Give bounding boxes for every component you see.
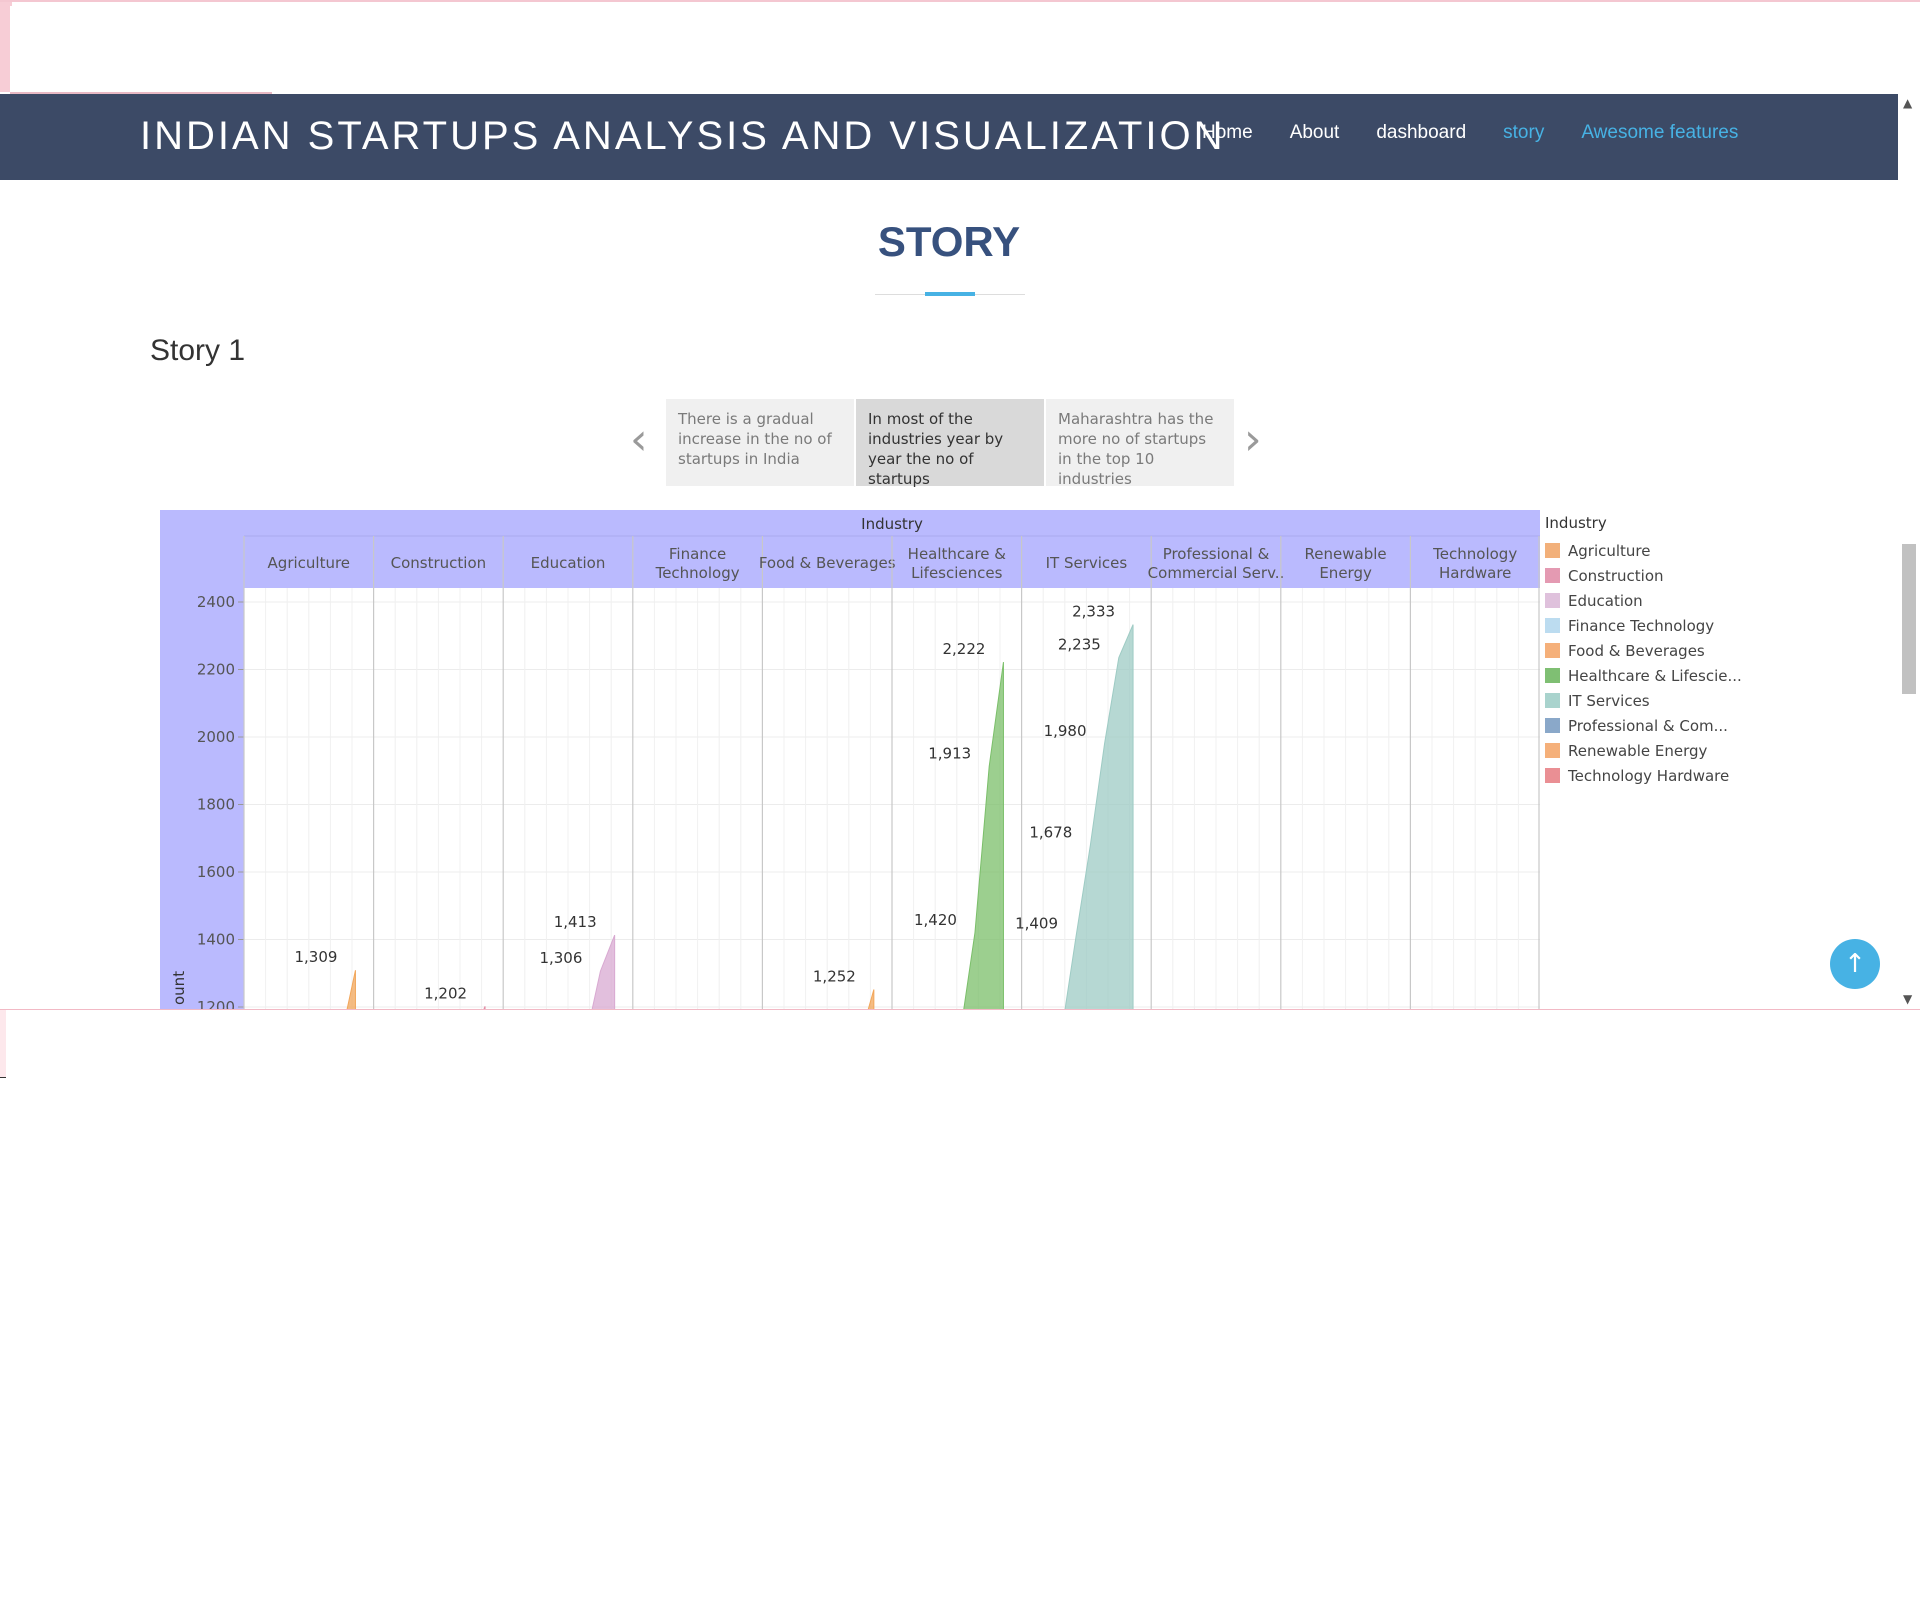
legend-label: Finance Technology [1568, 616, 1715, 635]
data-label: 1,309 [295, 948, 338, 966]
legend-item[interactable]: Food & Beverages [1545, 638, 1745, 663]
legend-title: Industry [1545, 514, 1607, 532]
y-tick-label: 1400 [197, 931, 235, 949]
panel-header: Lifesciences [911, 564, 1002, 582]
legend-label: IT Services [1568, 691, 1650, 710]
scroll-down-icon[interactable]: ▼ [1903, 992, 1912, 1006]
legend-item[interactable]: Renewable Energy [1545, 738, 1745, 763]
page-scrollbar[interactable]: ▲ ▼ [1898, 94, 1920, 1010]
panel-header: Education [531, 554, 606, 572]
site-header: INDIAN STARTUPS ANALYSIS AND VISUALIZATI… [0, 94, 1898, 180]
nav-awesome-features[interactable]: Awesome features [1581, 122, 1738, 144]
industry-area-chart: Industry2400220020001800160014001200ount… [160, 510, 1540, 1010]
legend-label: Professional & Com... [1568, 716, 1728, 735]
legend-item[interactable]: Finance Technology [1545, 613, 1745, 638]
legend-swatch [1545, 743, 1560, 758]
data-label: 1,678 [1029, 824, 1072, 842]
data-label: 1,980 [1044, 722, 1087, 740]
legend-swatch [1545, 618, 1560, 633]
legend-swatch [1545, 693, 1560, 708]
legend-item[interactable]: Professional & Com... [1545, 713, 1745, 738]
legend-item[interactable]: IT Services [1545, 688, 1745, 713]
nav-story[interactable]: story [1503, 122, 1544, 144]
story-label: Story 1 [150, 334, 246, 367]
data-label: 1,413 [554, 913, 597, 931]
legend-label: Agriculture [1568, 541, 1651, 560]
data-label: 1,306 [539, 949, 582, 967]
scrollbar-thumb[interactable] [1902, 544, 1916, 694]
overlay-box [10, 6, 272, 94]
data-label: 1,202 [424, 984, 467, 1002]
data-label: 2,222 [943, 640, 986, 658]
bottom-decoration [0, 1010, 6, 1078]
data-label: 2,235 [1058, 636, 1101, 654]
legend-item[interactable]: Agriculture [1545, 538, 1745, 563]
chevron-left-icon[interactable]: ‹ [630, 414, 648, 465]
nav-dashboard[interactable]: dashboard [1376, 122, 1466, 144]
y-tick-label: 2400 [197, 593, 235, 611]
panel-header: Technology [655, 564, 740, 582]
legend-item[interactable]: Technology Hardware [1545, 763, 1745, 788]
column-header: Industry [861, 515, 923, 533]
legend-swatch [1545, 668, 1560, 683]
panel-header: Food & Beverages [759, 554, 896, 572]
y-tick-label: 1800 [197, 796, 235, 814]
page-title: STORY [877, 218, 1021, 265]
panel-header: Construction [391, 554, 487, 572]
tableau-viz[interactable]: Industry 2400 2200 2000 1800 1600 1400 1200 ount… [160, 510, 1540, 1010]
data-label: 1,252 [813, 967, 856, 985]
nav-about[interactable]: About [1290, 122, 1340, 144]
legend-item[interactable]: Construction [1545, 563, 1745, 588]
panel-header: Healthcare & [908, 545, 1007, 563]
y-tick-label: 2000 [197, 728, 235, 746]
chart-legend: Industry Agriculture Construction Educatio… [1545, 514, 1745, 788]
legend-label: Technology Hardware [1568, 766, 1730, 785]
story-point-2[interactable]: In most of the industries year by year t… [856, 399, 1044, 488]
main-nav: Home About dashboard story Awesome featu… [1202, 122, 1738, 144]
legend-label: Education [1568, 591, 1643, 610]
story-point-3[interactable]: Maharashtra has the more no of startups … [1046, 399, 1234, 488]
legend-swatch [1545, 718, 1560, 733]
legend-label: Healthcare & Lifescie... [1568, 666, 1742, 685]
panel-header: Energy [1319, 564, 1372, 582]
legend-swatch [1545, 593, 1560, 608]
data-label: 1,409 [1015, 914, 1058, 932]
legend-swatch [1545, 643, 1560, 658]
data-label: 2,333 [1072, 603, 1115, 621]
y-tick-label: 2200 [197, 661, 235, 679]
arrow-up-icon: ↑ [1844, 949, 1866, 979]
site-title[interactable]: INDIAN STARTUPS ANALYSIS AND VISUALIZATI… [140, 114, 1226, 159]
panel-header: Technology [1432, 545, 1517, 563]
legend-swatch [1545, 568, 1560, 583]
legend-label: Construction [1568, 566, 1664, 585]
data-label: 1,913 [928, 744, 971, 762]
panel-header: Agriculture [268, 554, 351, 572]
legend-label: Renewable Energy [1568, 741, 1708, 760]
legend-swatch [1545, 543, 1560, 558]
panel-header: Commercial Serv.. [1148, 564, 1285, 582]
title-accent-bar [925, 292, 975, 296]
legend-swatch [1545, 768, 1560, 783]
nav-home[interactable]: Home [1202, 122, 1253, 144]
panel-header: IT Services [1046, 554, 1128, 572]
y-tick-label: 1600 [197, 863, 235, 881]
y-axis-label: ount [170, 971, 188, 1005]
panel-header: Renewable [1305, 545, 1387, 563]
back-to-top-button[interactable]: ↑ [1830, 939, 1880, 989]
data-label: 1,420 [914, 911, 957, 929]
bottom-tick [0, 1077, 6, 1078]
panel-header: Finance [669, 545, 726, 563]
scroll-up-icon[interactable]: ▲ [1903, 96, 1912, 110]
browser-top-strip [0, 0, 1920, 94]
legend-item[interactable]: Education [1545, 588, 1745, 613]
story-point-1[interactable]: There is a gradual increase in the no of… [666, 399, 854, 486]
panel-header: Professional & [1163, 545, 1270, 563]
chevron-right-icon[interactable]: › [1244, 414, 1262, 465]
legend-item[interactable]: Healthcare & Lifescie... [1545, 663, 1745, 688]
bottom-divider [0, 1009, 1920, 1010]
panel-header: Hardware [1439, 564, 1511, 582]
legend-label: Food & Beverages [1568, 641, 1705, 660]
